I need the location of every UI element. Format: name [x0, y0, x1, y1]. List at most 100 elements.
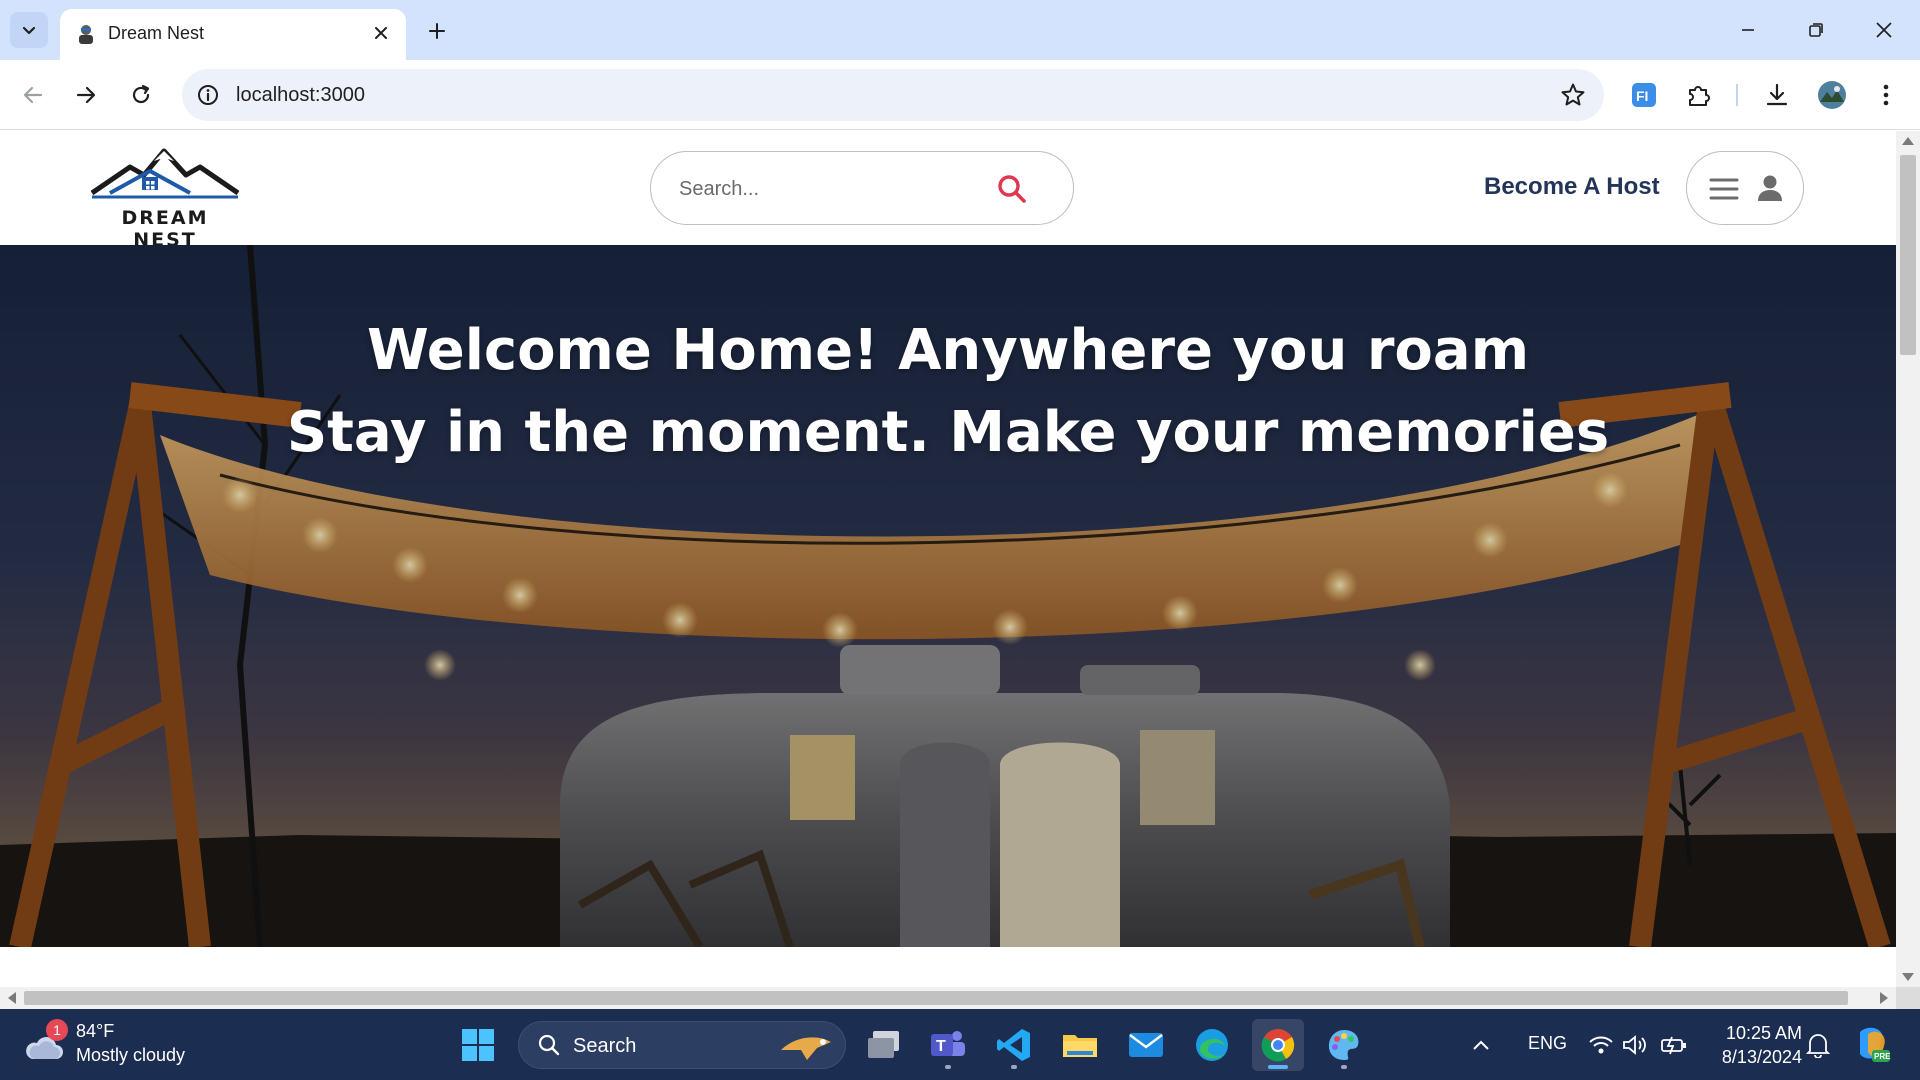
reload-icon	[132, 84, 150, 104]
file-explorer-button[interactable]	[1054, 1019, 1106, 1071]
scrollbar-corner	[1896, 987, 1920, 1009]
weather-condition: Mostly cloudy	[76, 1045, 186, 1065]
running-indicator	[1011, 1065, 1017, 1069]
search-icon	[538, 1034, 560, 1056]
downloads-button[interactable]	[1759, 77, 1795, 113]
volume-icon[interactable]	[1622, 1034, 1648, 1056]
svg-text:PRE: PRE	[1874, 1052, 1891, 1061]
edge-icon	[1196, 1029, 1228, 1061]
site-search-bar	[650, 151, 1074, 225]
scroll-down-arrow-icon[interactable]	[1902, 973, 1914, 981]
account-menu-button[interactable]	[1686, 151, 1804, 225]
extensions-puzzle-icon	[1689, 86, 1710, 106]
minimize-icon	[1742, 29, 1754, 31]
window-close-icon	[1876, 22, 1892, 38]
paint-icon	[1328, 1030, 1359, 1060]
browser-toolbar: localhost:3000 FI	[0, 60, 1920, 130]
reload-button[interactable]	[121, 75, 161, 115]
file-explorer-icon	[1063, 1035, 1097, 1057]
taskbar-search-box[interactable]: Search	[518, 1021, 846, 1069]
back-button[interactable]	[13, 75, 53, 115]
toolbar-separator	[1736, 84, 1738, 106]
profile-button[interactable]	[1814, 77, 1850, 113]
windows-start-icon	[462, 1029, 494, 1061]
profile-avatar-icon	[1818, 81, 1846, 109]
chevron-down-icon	[22, 26, 36, 35]
notification-bell-icon[interactable]	[1806, 1032, 1830, 1058]
forward-button[interactable]	[66, 75, 106, 115]
edge-button[interactable]	[1186, 1019, 1238, 1071]
active-indicator	[1268, 1065, 1288, 1069]
vscode-icon	[997, 1029, 1030, 1061]
task-view-button[interactable]	[858, 1019, 910, 1071]
hero-line-1: Welcome Home! Anywhere you roam	[366, 318, 1530, 383]
chrome-button[interactable]	[1252, 1019, 1304, 1071]
tab-title: Dream Nest	[108, 23, 205, 43]
page-viewport: DREAM NEST Become A Host	[0, 131, 1896, 987]
scroll-left-arrow-icon[interactable]	[8, 992, 16, 1004]
teams-icon: T	[931, 1031, 965, 1056]
vscode-button[interactable]	[988, 1019, 1040, 1071]
url-text[interactable]: localhost:3000	[236, 84, 365, 107]
start-button[interactable]	[452, 1019, 504, 1071]
teams-button[interactable]: T	[922, 1019, 974, 1071]
site-logo[interactable]: DREAM NEST	[90, 145, 240, 251]
extensions-button[interactable]	[1681, 77, 1717, 113]
browser-tab-active[interactable]: Dream Nest	[60, 9, 406, 60]
show-hidden-icons-button[interactable]	[1464, 1019, 1498, 1071]
back-icon	[23, 86, 43, 104]
mail-button[interactable]	[1120, 1019, 1172, 1071]
restore-button[interactable]	[1790, 10, 1842, 50]
bookmark-star-icon[interactable]	[1560, 82, 1586, 108]
chevron-up-icon	[1473, 1040, 1489, 1050]
mail-icon	[1129, 1033, 1163, 1057]
search-icon[interactable]	[996, 173, 1028, 205]
running-indicator	[1341, 1065, 1347, 1069]
hero-banner: Welcome Home! Anywhere you roam Stay in …	[0, 245, 1896, 947]
wifi-icon[interactable]	[1588, 1034, 1614, 1056]
close-icon	[375, 27, 387, 39]
tab-close-button[interactable]	[368, 20, 394, 46]
chrome-menu-button[interactable]	[1868, 77, 1904, 113]
clock-time: 10:25 AM	[1725, 1023, 1802, 1043]
horizontal-scrollbar[interactable]	[0, 987, 1896, 1009]
minimize-button[interactable]	[1722, 10, 1774, 50]
window-close-button[interactable]	[1858, 10, 1910, 50]
address-bar[interactable]: localhost:3000	[182, 69, 1604, 121]
scroll-right-arrow-icon[interactable]	[1880, 992, 1888, 1004]
extension-fi-icon: FI	[1632, 83, 1656, 107]
site-search-input[interactable]	[679, 172, 979, 206]
task-view-icon	[868, 1031, 899, 1058]
weather-badge: 1	[46, 1019, 68, 1041]
become-host-link[interactable]: Become A Host	[1484, 173, 1660, 201]
horizontal-scroll-thumb[interactable]	[24, 991, 1848, 1005]
forward-icon	[76, 86, 96, 104]
mountain-house-logo-icon	[90, 148, 240, 199]
tab-search-button[interactable]	[10, 12, 48, 48]
favicon-icon	[79, 25, 93, 44]
hamburger-menu-icon	[1709, 178, 1739, 200]
restore-icon	[1809, 23, 1823, 37]
plus-icon	[429, 23, 445, 39]
taskbar-clock[interactable]: 10:25 AM 8/13/2024	[1692, 1021, 1802, 1069]
new-tab-button[interactable]	[420, 14, 454, 48]
hero-heading: Welcome Home! Anywhere you roam Stay in …	[0, 310, 1896, 474]
copilot-icon[interactable]: PRE	[1852, 1024, 1892, 1064]
vertical-scroll-thumb[interactable]	[1900, 155, 1916, 355]
svg-text:T: T	[936, 1038, 946, 1055]
battery-icon[interactable]	[1660, 1034, 1688, 1056]
extension-fi-button[interactable]: FI	[1626, 77, 1662, 113]
weather-widget[interactable]: 1 84°F Mostly cloudy	[22, 1019, 222, 1071]
user-icon	[1758, 175, 1782, 201]
download-icon	[1766, 83, 1788, 106]
paint-button[interactable]	[1318, 1019, 1370, 1071]
vertical-scrollbar[interactable]	[1896, 131, 1920, 987]
more-menu-icon	[1883, 84, 1889, 106]
site-info-icon[interactable]	[196, 83, 220, 107]
hero-line-2: Stay in the moment. Make your memories	[286, 400, 1610, 465]
weather-temp: 84°F	[76, 1021, 115, 1041]
chrome-icon	[1261, 1029, 1295, 1062]
scroll-up-arrow-icon[interactable]	[1902, 137, 1914, 145]
svg-text:FI: FI	[1636, 88, 1648, 104]
language-indicator[interactable]: ENG	[1528, 1033, 1567, 1054]
